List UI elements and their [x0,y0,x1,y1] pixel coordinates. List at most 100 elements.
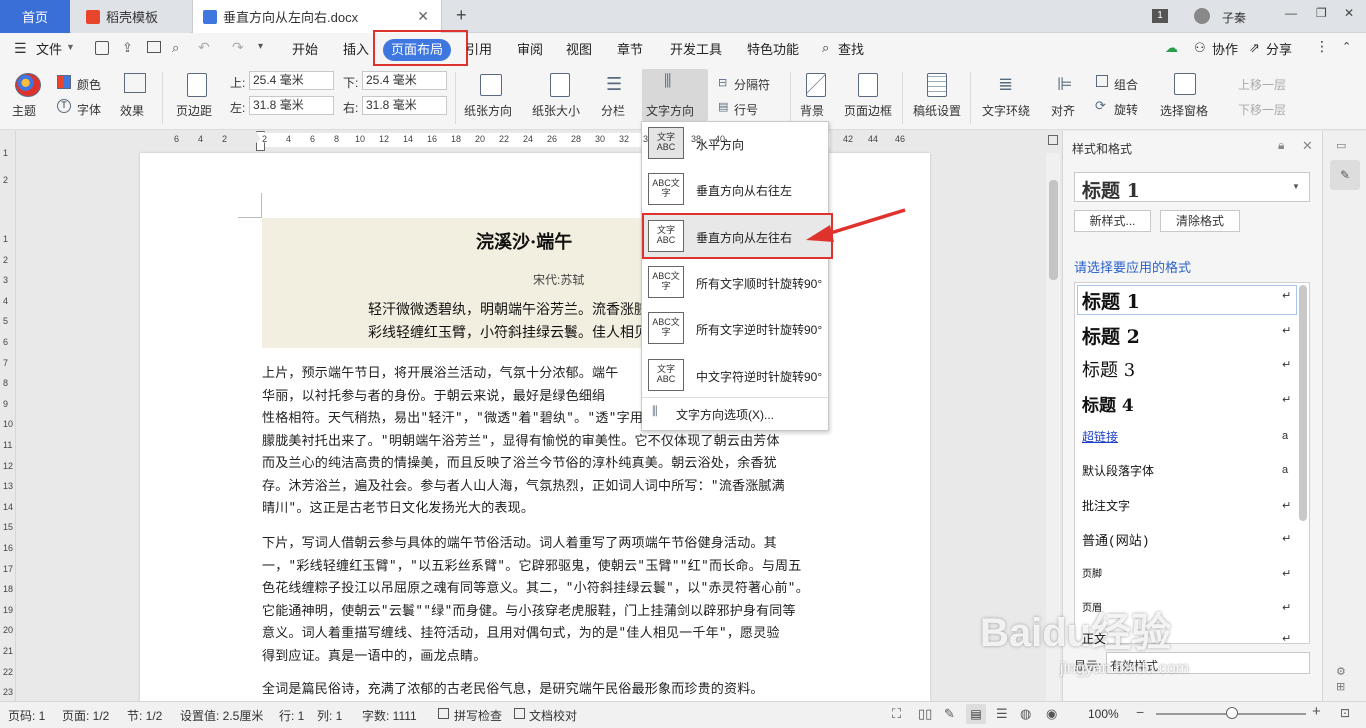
proofread-button[interactable]: 文档校对 [529,707,577,724]
chevron-down-icon[interactable]: ▼ [1292,182,1300,191]
scrollbar-thumb[interactable] [1049,180,1058,280]
margins-icon[interactable] [187,73,207,97]
redo-icon[interactable]: ↷ [232,39,244,56]
font-button[interactable]: 字体 [77,101,101,118]
text-direction-option[interactable]: ABC文字 所有文字顺时针旋转90° [642,261,828,307]
status-setting[interactable]: 设置值: 2.5厘米 [180,707,263,724]
lock-icon[interactable]: 🔒︎ [1278,138,1284,153]
breaks-icon[interactable]: ⊟ [718,76,727,89]
colors-icon[interactable] [57,75,71,89]
eye-protection-icon[interactable]: ◉ [1046,706,1057,722]
zoom-out-icon[interactable]: − [1136,704,1144,720]
collab-icon[interactable]: ⚇ [1194,40,1206,56]
menu-view[interactable]: 视图 [566,33,592,66]
pen-tool-icon[interactable]: ✎ [1330,160,1360,190]
page-border-icon[interactable] [858,73,878,97]
outline-view-icon[interactable]: ☰ [996,706,1008,722]
effects-button[interactable]: 效果 [120,102,144,119]
share-icon[interactable]: ⇗ [1249,40,1260,56]
paper-size-button[interactable]: 纸张大小 [532,102,580,119]
status-words[interactable]: 字数: 1111 [362,707,417,724]
proofread-icon[interactable] [514,708,525,719]
menu-references[interactable]: 引用 [466,33,492,66]
rotate-icon[interactable]: ⟳ [1095,98,1106,114]
spell-check-button[interactable]: 拼写检查 [454,707,502,724]
bring-forward-button[interactable]: 上移一层 [1238,76,1286,93]
paper-size-icon[interactable] [550,73,570,97]
style-list-item[interactable]: 页脚 [1082,565,1102,580]
text-direction-option[interactable]: ABC文字 垂直方向从右往左 [642,168,828,214]
status-row[interactable]: 行: 1 [279,707,304,724]
columns-button[interactable]: 分栏 [601,102,625,119]
effects-icon[interactable] [124,73,146,93]
text-direction-button[interactable]: 文字方向 [646,102,694,119]
minimize-icon[interactable]: — [1285,6,1297,20]
text-direction-option[interactable]: 文字ABC 水平方向 [642,122,828,168]
style-list-item[interactable]: 标题 3 [1082,356,1135,382]
write-mode-icon[interactable]: ✎ [944,706,955,722]
menu-file[interactable]: 文件 [36,33,62,66]
collab-button[interactable]: 协作 [1212,33,1238,66]
read-mode-icon[interactable]: ▯▯ [918,706,932,722]
align-icon[interactable]: ⊫ [1057,74,1073,95]
tab-document[interactable]: 垂直方向从左向右.docx ✕ [192,0,442,33]
new-tab-button[interactable]: + [456,5,467,26]
menu-review[interactable]: 审阅 [517,33,543,66]
theme-button[interactable]: 主题 [12,102,36,119]
menu-start[interactable]: 开始 [292,33,318,66]
settings-icon[interactable]: ⚙ [1336,665,1346,678]
print-icon[interactable] [147,41,161,53]
theme-icon[interactable] [15,73,41,97]
expand-icon[interactable]: ⊞ [1336,680,1345,693]
rotate-button[interactable]: 旋转 [1114,101,1138,118]
breaks-button[interactable]: 分隔符 [734,76,770,93]
new-style-button[interactable]: 新样式... [1074,210,1151,232]
hamburger-icon[interactable]: ☰ [14,40,27,57]
style-list-item[interactable]: 超链接 [1082,428,1118,445]
print-preview-icon[interactable]: ⌕ [172,40,179,56]
top-margin-input[interactable]: 25.4 毫米 [249,71,334,90]
text-direction-option[interactable]: 文字ABC 垂直方向从左往右 [642,215,828,261]
right-margin-input[interactable]: 31.8 毫米 [362,96,447,115]
zoom-in-icon[interactable]: + [1312,703,1321,720]
menu-chapter[interactable]: 章节 [617,33,643,66]
fit-page-icon[interactable]: ⊡ [1340,706,1350,720]
clear-format-button[interactable]: 清除格式 [1160,210,1240,232]
undo-icon[interactable]: ↶ [198,39,210,56]
close-window-icon[interactable]: ✕ [1344,6,1354,20]
close-tab-icon[interactable]: ✕ [417,8,429,25]
style-list-item[interactable]: 普通(网站) [1082,530,1150,549]
user-name[interactable]: 子秦 [1222,9,1246,26]
web-view-icon[interactable]: ◍ [1020,706,1031,722]
menu-search[interactable]: 查找 [838,33,864,66]
align-button[interactable]: 对齐 [1051,102,1075,119]
export-icon[interactable]: ⇪ [122,40,133,56]
status-pages[interactable]: 页面: 1/2 [62,707,109,724]
styles-list-scrollbar[interactable] [1299,285,1307,521]
style-list-item[interactable]: 标题 4 [1082,391,1134,416]
avatar[interactable] [1194,8,1210,24]
columns-icon[interactable]: ☰ [606,74,622,95]
status-page-number[interactable]: 页码: 1 [8,707,45,724]
menu-features[interactable]: 特色功能 [747,33,799,66]
page-border-button[interactable]: 页面边框 [844,102,892,119]
share-button[interactable]: 分享 [1266,33,1292,66]
sidebar-icon[interactable]: ▭ [1336,139,1346,152]
search-icon[interactable]: ⌕ [822,40,829,56]
selection-pane-icon[interactable] [1174,73,1196,95]
orientation-button[interactable]: 纸张方向 [464,102,512,119]
selection-pane-button[interactable]: 选择窗格 [1160,102,1208,119]
zoom-level[interactable]: 100% [1088,707,1119,721]
style-list-item[interactable]: 标题 2 [1082,322,1140,349]
style-list-item[interactable]: 标题 1 [1082,287,1140,314]
line-numbers-button[interactable]: 行号 [734,101,758,118]
background-button[interactable]: 背景 [800,102,824,119]
group-icon[interactable] [1096,75,1108,87]
cloud-sync-icon[interactable]: ☁ [1165,40,1178,56]
text-direction-icon[interactable]: ⫼ [664,73,671,91]
left-margin-input[interactable]: 31.8 毫米 [249,96,334,115]
menu-insert[interactable]: 插入 [343,33,369,66]
more-icon[interactable]: ⋮ [1315,38,1329,55]
chevron-down-icon[interactable]: ▼ [66,42,75,52]
close-panel-icon[interactable]: ✕ [1302,138,1313,154]
